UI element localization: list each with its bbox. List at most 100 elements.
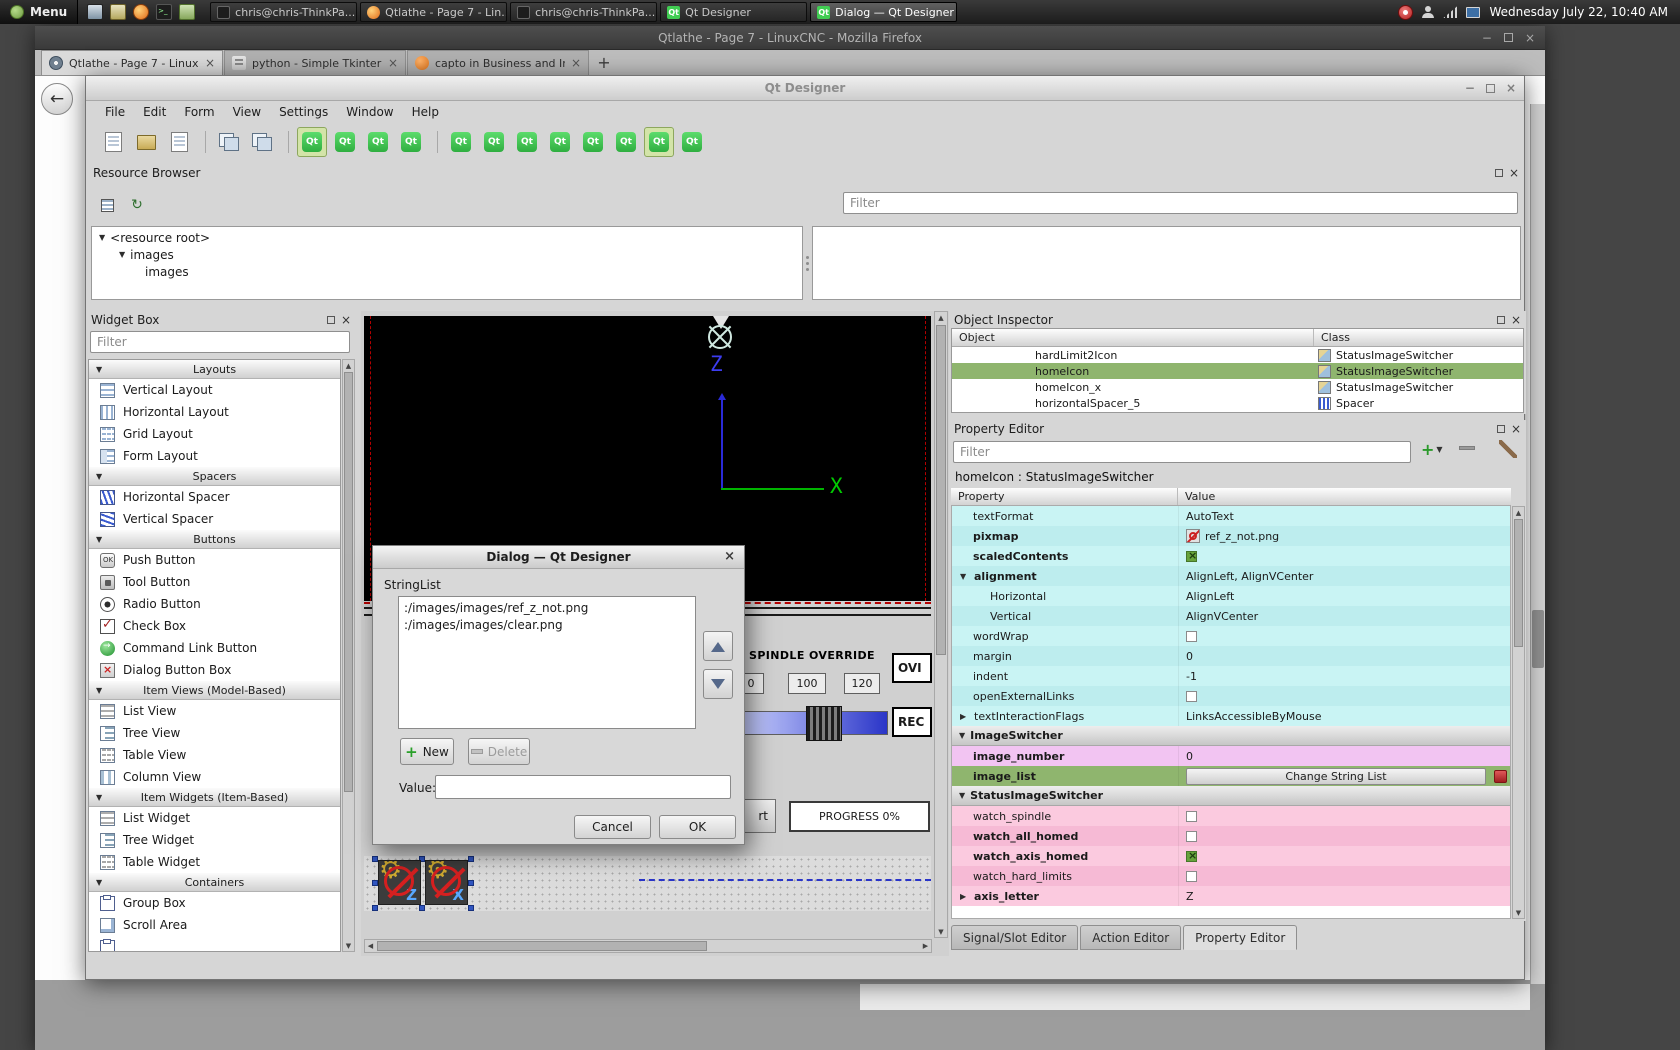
scrollbar-thumb[interactable] [344,372,353,792]
list-item[interactable]: :/images/images/clear.png [399,616,695,633]
object-row-horizontalspacer5[interactable]: horizontalSpacer_5 Spacer [952,395,1523,411]
delete-string-button[interactable]: Delete [468,738,530,765]
firefox-launcher-icon[interactable] [133,4,149,20]
widget-vertical-spacer[interactable]: Vertical Spacer [89,508,340,530]
column-header-object[interactable]: Object [952,329,1314,346]
maximize-icon[interactable] [1486,84,1495,93]
property-row-watch-spindle[interactable]: watch_spindle [952,806,1510,826]
property-row-alignment-horizontal[interactable]: Horizontal AlignLeft [952,586,1510,606]
float-dock-icon[interactable] [1497,316,1505,324]
widget-table-view[interactable]: Table View [89,744,340,766]
scroll-left-icon[interactable]: ◀ [365,940,376,952]
widget-box-header[interactable]: Widget Box × [86,311,356,328]
close-icon[interactable]: × [724,549,735,564]
widget-vertical-layout[interactable]: Vertical Layout [89,379,340,401]
taskbar-window-terminal-1[interactable]: chris@chris-ThinkPa... [210,2,357,22]
stringlist-listbox[interactable]: :/images/images/ref_z_not.png :/images/i… [398,596,696,729]
files-launcher-icon[interactable] [110,4,126,20]
form-vertical-scrollbar[interactable]: ▲ ▼ [934,311,948,938]
float-dock-icon[interactable] [1497,425,1505,433]
edit-resources-button[interactable] [96,194,118,216]
property-filter-input[interactable] [953,441,1411,463]
break-layout-button[interactable] [644,127,674,157]
menu-edit[interactable]: Edit [134,103,175,121]
property-row-margin[interactable]: margin 0 [952,646,1510,666]
layout-grid-button[interactable] [611,127,641,157]
minimize-icon[interactable]: − [1465,81,1475,95]
firefox-scrollbar[interactable] [1530,104,1545,984]
property-scrollbar[interactable]: ▲ ▼ [1512,506,1525,919]
property-row-watch-all-homed[interactable]: watch_all_homed [952,826,1510,846]
value-input[interactable] [435,775,731,799]
copy-button[interactable] [214,127,244,157]
property-row-alignment[interactable]: ▼alignment AlignLeft, AlignVCenter [952,566,1510,586]
checkbox-unchecked-icon[interactable] [1186,811,1197,822]
taskbar-window-terminal-2[interactable]: chris@chris-ThinkPa... [510,2,657,22]
override-value-120[interactable]: 120 [844,673,880,694]
tab-close-icon[interactable]: × [388,56,398,70]
edit-signals-button[interactable] [330,127,360,157]
property-row-textformat[interactable]: textFormat AutoText [952,506,1510,526]
checkbox-unchecked-icon[interactable] [1186,691,1197,702]
close-dock-icon[interactable]: × [1511,424,1521,434]
add-dynamic-property-button[interactable]: +▼ [1421,440,1443,459]
spindle-slider[interactable] [738,711,888,735]
property-row-axis-letter[interactable]: ▶axis_letter Z [952,886,1510,906]
layout-horizontal-button[interactable] [446,127,476,157]
selection-handle[interactable] [468,856,474,862]
expand-arrow-icon[interactable]: ▼ [959,791,965,800]
tree-node-images-child[interactable]: images [92,263,802,280]
tree-node-images[interactable]: ▼images [92,246,802,263]
property-row-indent[interactable]: indent -1 [952,666,1510,686]
scrollbar-thumb[interactable] [377,941,707,951]
category-spacers[interactable]: ▼Spacers [89,467,340,486]
scrollbar-thumb[interactable] [1514,519,1523,647]
close-icon[interactable]: × [1525,31,1535,45]
widget-check-box[interactable]: Check Box [89,615,340,637]
layout-vertical-button[interactable] [479,127,509,157]
widget-horizontal-layout[interactable]: Horizontal Layout [89,401,340,423]
widget-form-layout[interactable]: Form Layout [89,445,340,467]
object-row-hardlimit2icon[interactable]: hardLimit2Icon StatusImageSwitcher [952,347,1523,363]
scroll-right-icon[interactable]: ▶ [920,940,931,952]
widget-command-link-button[interactable]: Command Link Button [89,637,340,659]
property-row-image-list[interactable]: image_list Change String List [952,766,1510,786]
checkbox-checked-icon[interactable] [1186,551,1197,562]
menu-file[interactable]: File [96,103,134,121]
new-string-button[interactable]: + New [400,738,454,765]
selection-handle[interactable] [372,905,378,911]
ref-x-status-icon[interactable]: ⚙ X [425,860,468,905]
scrollbar-thumb[interactable] [936,325,946,655]
user-applet-icon[interactable] [1422,6,1434,18]
category-buttons[interactable]: ▼Buttons [89,530,340,549]
widget-grid-layout[interactable]: Grid Layout [89,423,340,445]
checkbox-unchecked-icon[interactable] [1186,871,1197,882]
paste-button[interactable] [247,127,277,157]
reload-resources-button[interactable]: ↻ [126,194,148,216]
change-string-list-button[interactable]: Change String List [1186,768,1486,785]
form-horizontal-scrollbar[interactable]: ◀ ▶ [364,939,932,953]
firefox-titlebar[interactable]: Qtlathe - Page 7 - LinuxCNC - Mozilla Fi… [35,26,1545,50]
slider-handle[interactable] [806,706,842,741]
clock[interactable]: Wednesday July 22, 10:40 AM [1489,5,1668,19]
widget-box-scrollbar[interactable]: ▲ ▼ [342,359,355,952]
menu-help[interactable]: Help [403,103,448,121]
minimize-icon[interactable]: − [1482,31,1492,45]
ok-button[interactable]: OK [659,815,736,839]
display-icon[interactable] [1466,7,1480,18]
widget-tree-view[interactable]: Tree View [89,722,340,744]
scroll-down-icon[interactable]: ▼ [1513,907,1524,918]
move-down-button[interactable] [703,669,733,699]
taskbar-window-qt-designer[interactable]: Qt Designer [660,2,807,22]
tab-signal-slot-editor[interactable]: Signal/Slot Editor [951,925,1078,950]
property-row-textinteractionflags[interactable]: ▶textInteractionFlags LinksAccessibleByM… [952,706,1510,726]
resource-filter-input[interactable] [843,192,1518,214]
widget-list-view[interactable]: List View [89,700,340,722]
selected-horizontal-spacer[interactable] [639,879,931,881]
layout-split-v-button[interactable] [545,127,575,157]
reset-property-button[interactable] [1494,770,1507,783]
remove-dynamic-property-button[interactable] [1459,446,1475,450]
column-header-class[interactable]: Class [1314,329,1523,346]
folder-launcher-icon[interactable] [179,4,195,20]
widget-item-partial[interactable] [89,936,340,952]
